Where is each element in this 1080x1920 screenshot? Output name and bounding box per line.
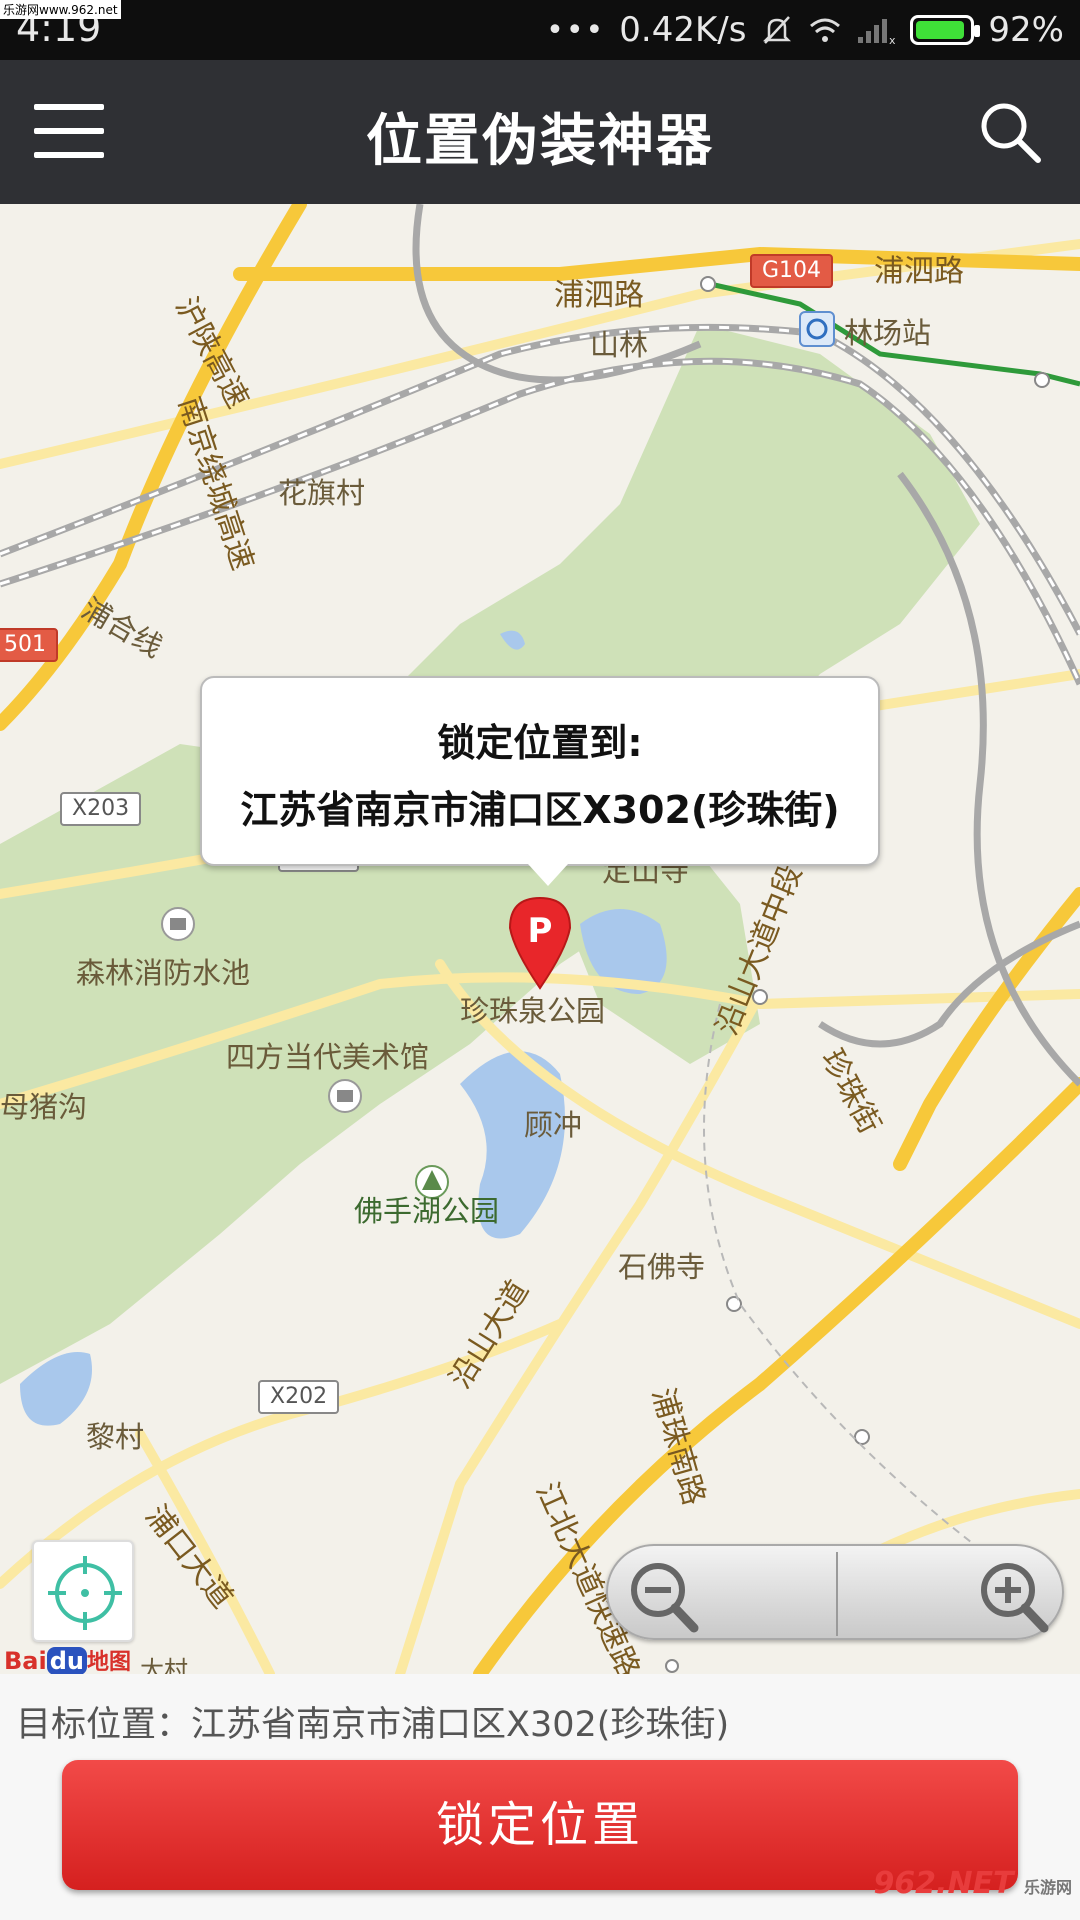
status-indicators: ••• 0.42K/s x 92% [546, 8, 1064, 52]
label-pusi-road-left: 浦泗路 [554, 278, 644, 313]
callout-title: 锁定位置到: [437, 721, 643, 765]
signal-icon: x [858, 19, 896, 45]
location-callout: 锁定位置到: 江苏省南京市浦口区X302(珍珠街) [200, 676, 880, 886]
label-forest-fire-pool: 森林消防水池 [76, 956, 251, 990]
callout-address: 江苏省南京市浦口区X302(珍珠街) [240, 788, 840, 832]
corner-watermark: 乐游网www.962.net [0, 0, 121, 19]
app-bar: 位置伪装神器 [0, 60, 1080, 204]
locate-me-button[interactable] [32, 1540, 134, 1642]
zoom-control [606, 1544, 1064, 1640]
label-shanlin: 山林 [590, 328, 649, 362]
location-pin-icon[interactable]: P [504, 892, 576, 992]
map-view[interactable]: 浦泗路 G104 浦泗路 林场站 山林 沪陕高速 南京绕城高速 花旗村 浦合线 … [0, 204, 1080, 1674]
bottom-panel: 目标位置：江苏省南京市浦口区X302(珍珠街) 锁定位置 962.NET 乐游网 [0, 1674, 1080, 1920]
label-huaqi-village: 花旗村 [278, 476, 366, 510]
zoom-in-button[interactable] [838, 1546, 1066, 1642]
status-bar: 4:19 乐游网www.962.net ••• 0.42K/s x 92% [0, 0, 1080, 60]
watermark-main: 962.NET [873, 1866, 1014, 1901]
app-root: 4:19 乐游网www.962.net ••• 0.42K/s x 92% 位置… [0, 0, 1080, 1920]
label-linchang-station: 林场站 [844, 316, 932, 350]
label-guchong: 顾冲 [524, 1108, 583, 1142]
notification-dots-icon: ••• [546, 12, 606, 48]
watermark-sub: 乐游网 [1023, 1878, 1072, 1897]
site-watermark: 962.NET 乐游网 [873, 1866, 1072, 1901]
zoom-in-icon [981, 1563, 1049, 1633]
label-muzhugou: 母猪沟 [0, 1090, 88, 1124]
baidu-map-logo: Bai du 地图 [4, 1644, 131, 1674]
label-da-village: 大村 [140, 1656, 188, 1674]
battery-percent: 92% [988, 10, 1064, 50]
label-li-village: 黎村 [86, 1420, 145, 1454]
zoom-out-button[interactable] [608, 1546, 836, 1642]
baidu-logo-bai: Bai [4, 1647, 47, 1674]
shield-s501: 501 [0, 628, 58, 662]
shield-x203: X203 [60, 792, 142, 826]
label-zhenzhuquan-park: 珍珠泉公园 [460, 994, 606, 1028]
wifi-icon [810, 18, 841, 42]
zoom-out-icon [631, 1563, 699, 1633]
mute-bell-icon [763, 16, 792, 44]
network-speed: 0.42K/s [619, 10, 747, 50]
shield-x202: X202 [258, 1380, 340, 1414]
label-pusi-road-right: 浦泗路 [874, 254, 964, 289]
label-shifo-temple: 石佛寺 [618, 1250, 706, 1284]
app-title: 位置伪装神器 [366, 109, 714, 174]
target-location-text: 目标位置：江苏省南京市浦口区X302(珍珠街) [16, 1705, 730, 1745]
pin-letter: P [528, 911, 553, 951]
shield-g104: G104 [750, 254, 834, 288]
crosshair-locate-icon [48, 1556, 122, 1630]
baidu-logo-du: du [46, 1647, 87, 1674]
label-sifang-museum: 四方当代美术馆 [226, 1040, 430, 1074]
svg-text:x: x [889, 34, 896, 45]
battery-icon [910, 15, 981, 45]
baidu-logo-ditu: 地图 [86, 1650, 131, 1674]
search-icon[interactable] [976, 98, 1046, 168]
label-foshou-lake-park: 佛手湖公园 [354, 1194, 500, 1228]
battery-level [916, 21, 965, 39]
